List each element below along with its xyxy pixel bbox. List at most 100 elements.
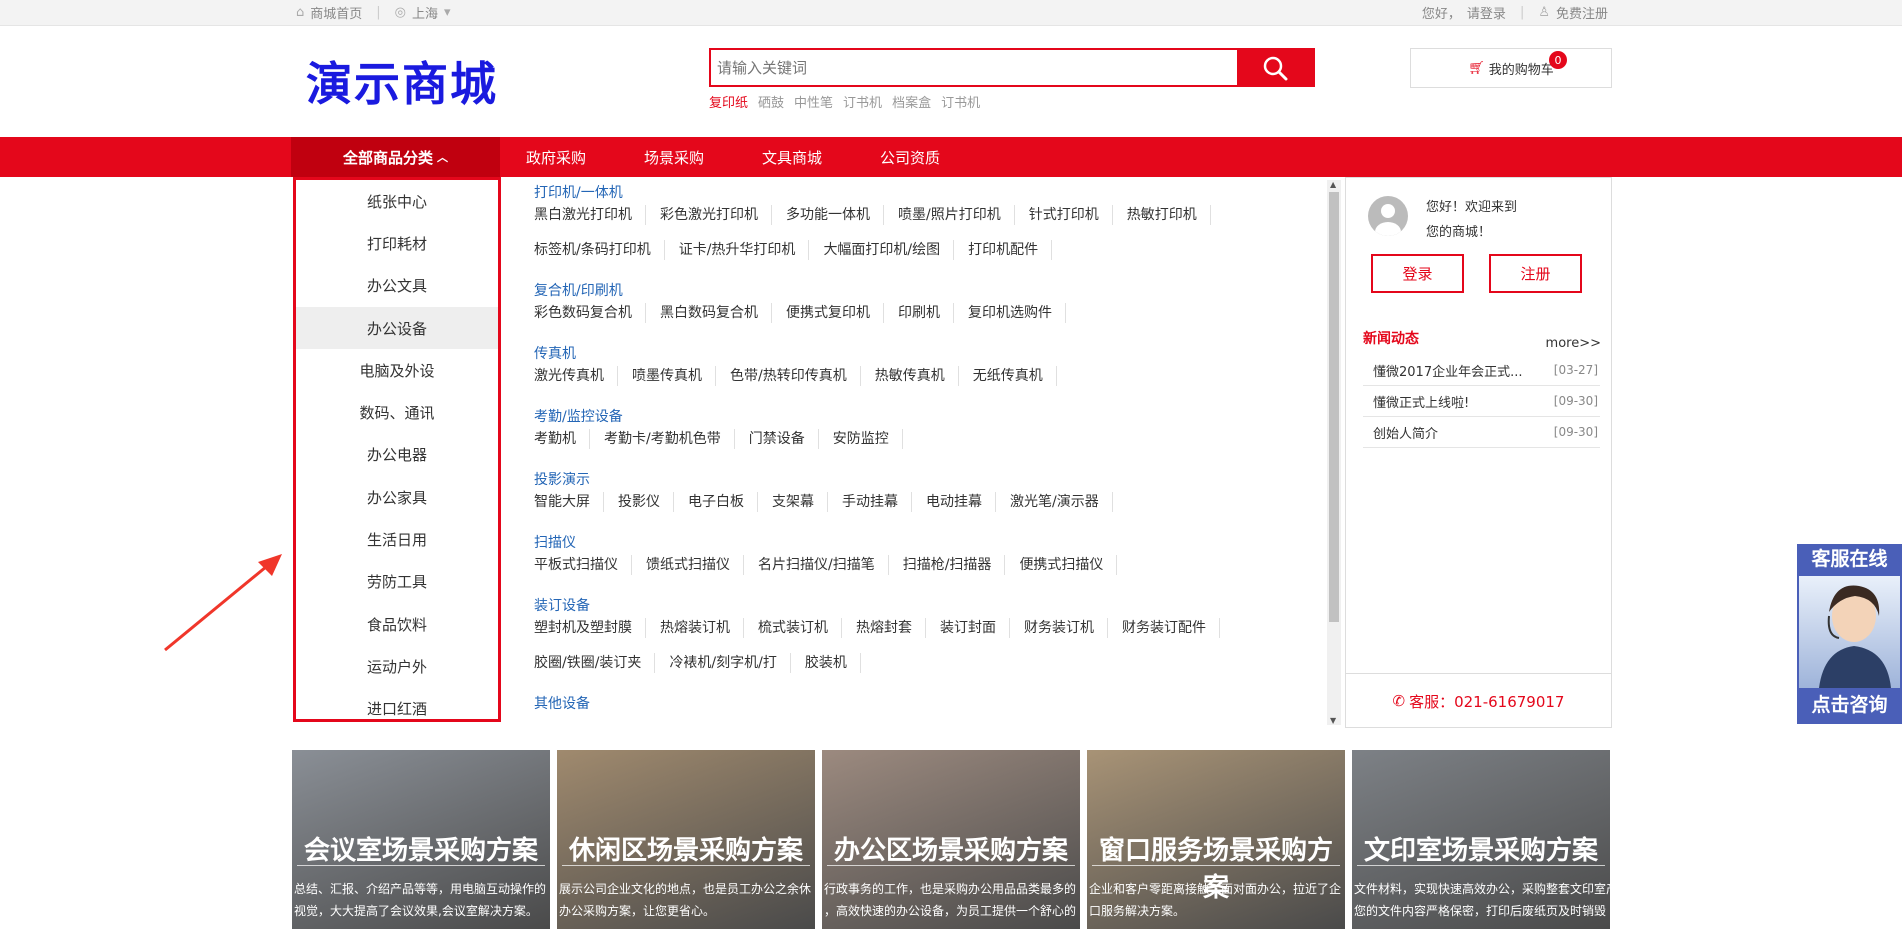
subcategory-link[interactable]: 彩色激光打印机 [660,205,772,225]
subcategory-group-title[interactable]: 装订设备 [518,594,1330,618]
subcategory-link[interactable]: 复印机选购件 [968,303,1066,323]
hot-keyword[interactable]: 复印纸 [709,92,748,111]
subcategory-link[interactable]: 多功能一体机 [786,205,884,225]
home-link[interactable]: 商城首页 [310,3,362,22]
hot-keyword[interactable]: 中性笔 [794,92,833,111]
site-logo[interactable]: 演示商城 [306,48,498,114]
subcategory-group-title[interactable]: 考勤/监控设备 [518,405,1330,429]
subcategory-link[interactable]: 色带/热转印传真机 [730,366,861,386]
news-item[interactable]: 懂微2017企业年会正式... [03-27] [1363,355,1600,386]
nav-link[interactable]: 文具商城 [762,147,822,168]
subcategory-link[interactable]: 支架幕 [772,492,828,512]
subcategory-group-title[interactable]: 扫描仪 [518,531,1330,555]
scene-card[interactable]: 办公区场景采购方案 行政事务的工作，也是采购办公用品品类最多的 ，高效快速的办公设备… [822,750,1080,929]
subcategory-link[interactable]: 财务装订机 [1024,618,1108,638]
subcategory-link[interactable]: 财务装订配件 [1122,618,1220,638]
search-input[interactable] [711,50,1237,85]
login-button[interactable]: 登录 [1371,254,1464,293]
category-item[interactable]: 劳防工具 [296,561,498,603]
subcategory-link[interactable]: 黑白激光打印机 [534,205,646,225]
subcategory-link[interactable]: 手动挂幕 [842,492,912,512]
subcategory-link[interactable]: 智能大屏 [534,492,604,512]
subcategory-link[interactable]: 激光笔/演示器 [1010,492,1113,512]
subcategory-link[interactable]: 热敏打印机 [1127,205,1211,225]
subcategory-link[interactable]: 热熔封套 [856,618,926,638]
scrollbar-thumb[interactable] [1329,192,1339,622]
search-button[interactable] [1237,50,1313,85]
scene-card[interactable]: 休闲区场景采购方案 展示公司企业文化的地点，也是员工办公之余休 办公采购方案，让您更… [557,750,815,929]
subcategory-link[interactable]: 冷裱机/刻字机/打 [669,653,791,673]
category-item[interactable]: 打印耗材 [296,222,498,264]
subcategory-link[interactable]: 考勤卡/考勤机色带 [604,429,735,449]
all-categories-button[interactable]: 全部商品分类 ︿ [291,137,500,177]
category-item[interactable]: 办公电器 [296,434,498,476]
scene-card[interactable]: 会议室场景采购方案 总结、汇报、介绍产品等等，用电脑互动操作的 视觉，大大提高了会议… [292,750,550,929]
subcategory-link[interactable]: 热敏传真机 [875,366,959,386]
category-item[interactable]: 纸张中心 [296,180,498,222]
subcategory-group-title[interactable]: 其他设备 [518,692,1330,716]
city-selector[interactable]: 上海 [412,3,438,22]
subcategory-group-title[interactable]: 投影演示 [518,468,1330,492]
category-item[interactable]: 数码、通讯 [296,391,498,433]
subcategory-link[interactable]: 胶圈/铁圈/装订夹 [534,653,656,673]
scroll-down-icon[interactable]: ▼ [1330,716,1336,725]
subcategory-link[interactable]: 热熔装订机 [660,618,744,638]
subcategory-link[interactable]: 电子白板 [688,492,758,512]
category-item[interactable]: 食品饮料 [296,603,498,645]
nav-link[interactable]: 公司资质 [880,147,940,168]
subcategory-group-title[interactable]: 传真机 [518,342,1330,366]
subcategory-link[interactable]: 扫描枪/扫描器 [903,555,1006,575]
subcategory-link[interactable]: 名片扫描仪/扫描笔 [758,555,889,575]
subcategory-link[interactable]: 装订封面 [940,618,1010,638]
subcategory-link[interactable]: 梳式装订机 [758,618,842,638]
category-item[interactable]: 生活日用 [296,518,498,560]
subcategory-link[interactable]: 胶装机 [805,653,861,673]
news-item[interactable]: 懂微正式上线啦! [09-30] [1363,386,1600,417]
subcategory-link[interactable]: 激光传真机 [534,366,618,386]
scene-card[interactable]: 窗口服务场景采购方案 企业和客户零距离接触，面对面办公，拉近了企 口服务解决方案。 [1087,750,1345,929]
subcategory-link[interactable]: 印刷机 [898,303,954,323]
nav-link[interactable]: 政府采购 [526,147,586,168]
subcategory-link[interactable]: 彩色数码复合机 [534,303,646,323]
subcategory-link[interactable]: 门禁设备 [749,429,819,449]
category-item[interactable]: 运动户外 [296,645,498,687]
subcategory-link[interactable]: 便携式扫描仪 [1019,555,1118,575]
login-link[interactable]: 请登录 [1467,3,1506,22]
subcategory-link[interactable]: 黑白数码复合机 [660,303,772,323]
subcategory-link[interactable]: 便携式复印机 [786,303,884,323]
subcategory-group-title[interactable]: 复合机/印刷机 [518,279,1330,303]
panel-scrollbar[interactable]: ▲ ▼ [1327,180,1341,725]
scroll-up-icon[interactable]: ▲ [1330,180,1336,189]
category-item[interactable]: 办公家具 [296,476,498,518]
category-item[interactable]: 进口红酒 [296,688,498,730]
subcategory-group-title[interactable]: 打印机/一体机 [518,181,1330,205]
register-link[interactable]: 免费注册 [1556,3,1608,22]
chevron-down-icon[interactable]: ▾ [444,5,451,20]
cart-button[interactable]: 🛒︎ 我的购物车 0 [1410,48,1612,88]
news-more-link[interactable]: more>> [1546,336,1601,351]
category-item-active[interactable]: 办公设备 [296,306,498,350]
subcategory-link[interactable]: 塑封机及塑封膜 [534,618,646,638]
hot-keyword[interactable]: 硒鼓 [758,92,784,111]
subcategory-link[interactable]: 馈纸式扫描仪 [646,555,744,575]
subcategory-link[interactable]: 投影仪 [618,492,674,512]
hot-keyword[interactable]: 订书机 [843,92,882,111]
news-item[interactable]: 创始人简介 [09-30] [1363,417,1600,448]
category-item[interactable]: 电脑及外设 [296,349,498,391]
subcategory-link[interactable]: 考勤机 [534,429,590,449]
subcategory-link[interactable]: 打印机配件 [968,240,1053,260]
subcategory-link[interactable]: 安防监控 [833,429,903,449]
subcategory-link[interactable]: 证卡/热升华打印机 [679,240,810,260]
hot-keyword[interactable]: 订书机 [941,92,980,111]
subcategory-link[interactable]: 平板式扫描仪 [534,555,632,575]
online-service-widget[interactable]: 客服在线 点击咨询 [1797,544,1902,724]
register-button[interactable]: 注册 [1489,254,1582,293]
subcategory-link[interactable]: 标签机/条码打印机 [534,240,665,260]
hot-keyword[interactable]: 档案盒 [892,92,931,111]
subcategory-link[interactable]: 电动挂幕 [926,492,996,512]
subcategory-link[interactable]: 无纸传真机 [973,366,1057,386]
category-item[interactable]: 办公文具 [296,265,498,307]
nav-link[interactable]: 场景采购 [644,147,704,168]
subcategory-link[interactable]: 大幅面打印机/绘图 [823,240,955,260]
subcategory-link[interactable]: 喷墨传真机 [632,366,716,386]
